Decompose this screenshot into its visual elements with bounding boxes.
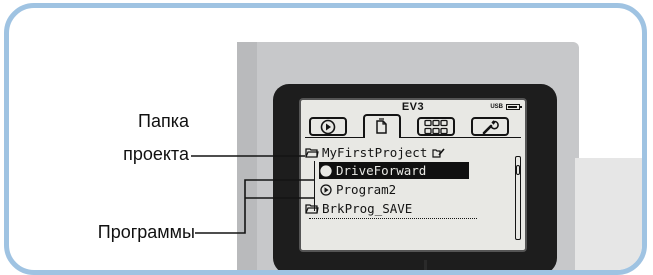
pointer-program1 — [195, 179, 314, 234]
illustration-frame: EV3 USB MyFirstProject DriveForward Prog… — [4, 3, 647, 275]
callout-pointers — [191, 155, 314, 234]
